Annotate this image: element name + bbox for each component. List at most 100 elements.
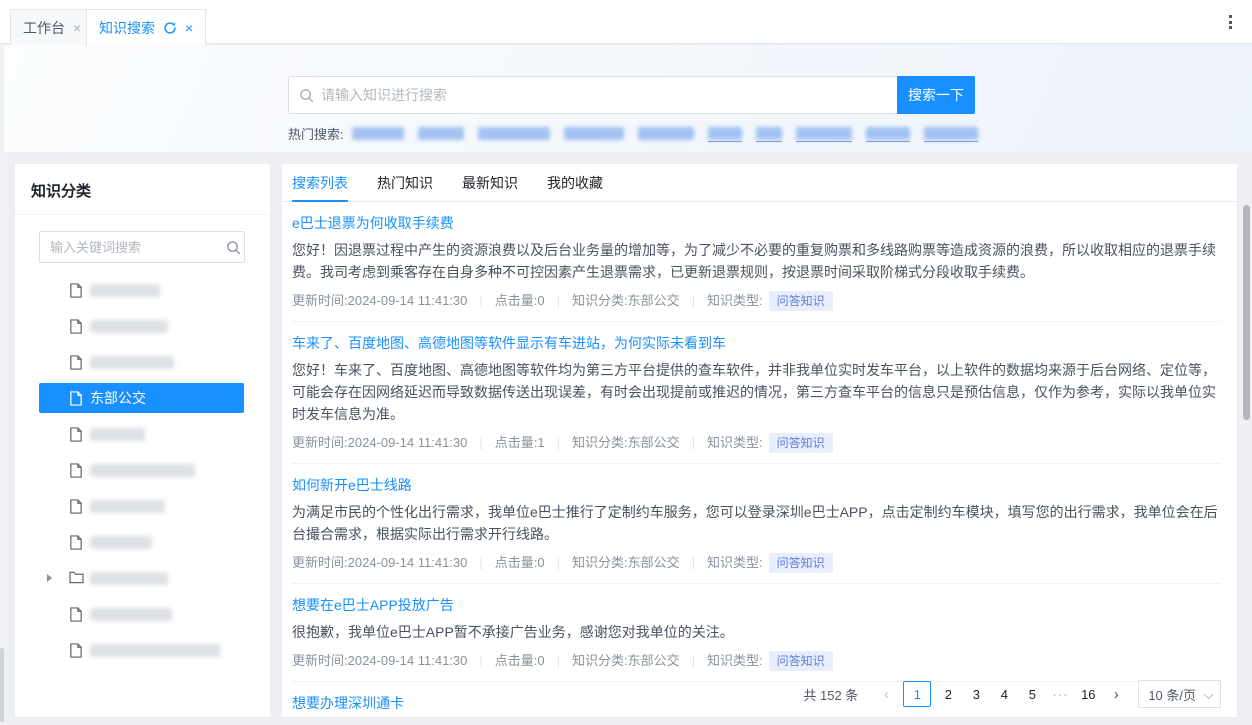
sidebar-item-category[interactable] (39, 311, 244, 341)
page-scrollbar-thumb[interactable] (1243, 205, 1250, 420)
hot-search-link[interactable] (564, 125, 624, 140)
window-tab-workbench-label: 工作台 (23, 18, 65, 38)
tab-latest-knowledge[interactable]: 最新知识 (462, 164, 518, 201)
refresh-icon[interactable] (163, 21, 177, 35)
meta-updated-value: 2024-09-14 11:41:30 (348, 434, 468, 452)
window-tab-workbench[interactable]: 工作台 × (10, 9, 94, 45)
knowledge-item-title[interactable]: 想要办理深圳通卡 (292, 694, 404, 712)
meta-category-value: 东部公交 (628, 292, 680, 310)
search-button[interactable]: 搜索一下 (897, 76, 975, 114)
more-menu-icon[interactable] (1222, 14, 1238, 30)
divider: | (557, 554, 560, 572)
category-panel-title: 知识分类 (15, 164, 270, 215)
divider: | (479, 292, 482, 310)
hot-search-link[interactable] (418, 125, 464, 140)
knowledge-item-meta: 更新时间: 2024-09-14 11:41:30|点击量: 0|知识分类: 东… (292, 291, 1221, 311)
meta-updated-label: 更新时间: (292, 434, 348, 452)
document-icon (69, 535, 83, 550)
window-tab-bar: 工作台 × 知识搜索 × (0, 0, 1252, 44)
left-scrollbar-thumb[interactable] (0, 648, 4, 722)
sidebar-item-label: 东部公交 (90, 388, 146, 408)
meta-updated-label: 更新时间: (292, 554, 348, 572)
knowledge-item-title[interactable]: 车来了、百度地图、高德地图等软件显示有车进站，为何实际未看到车 (292, 334, 726, 352)
hot-search-link[interactable] (708, 125, 742, 142)
knowledge-search-box (288, 76, 897, 114)
knowledge-item-description: 您好！车来了、百度地图、高德地图等软件均为第三方平台提供的查车软件，并非我单位实… (292, 359, 1221, 425)
sidebar-item-category[interactable] (39, 455, 244, 485)
pagination-page[interactable]: 3 (965, 681, 987, 707)
redacted-text (90, 644, 220, 657)
document-icon (69, 355, 83, 370)
pagination-page[interactable]: 4 (993, 681, 1015, 707)
pagination-ellipsis[interactable]: ··· (1049, 681, 1071, 707)
meta-category-label: 知识分类: (572, 554, 628, 572)
redacted-text (90, 284, 160, 297)
sidebar-item-category[interactable] (39, 419, 244, 449)
meta-category-value: 东部公交 (628, 652, 680, 670)
tab-search-results[interactable]: 搜索列表 (292, 164, 348, 201)
pagination-page-current[interactable]: 1 (903, 681, 931, 707)
sidebar-item-category[interactable] (39, 491, 244, 521)
search-icon[interactable] (226, 240, 241, 255)
meta-updated-label: 更新时间: (292, 292, 348, 310)
tab-hot-knowledge[interactable]: 热门知识 (377, 164, 433, 201)
pagination-prev-icon[interactable]: ‹ (875, 681, 897, 707)
knowledge-item-description: 为满足市民的个性化出行需求，我单位e巴士推行了定制约车服务，您可以登录深圳e巴士… (292, 501, 1221, 545)
meta-clicks-value: 1 (537, 434, 544, 452)
expand-caret-icon[interactable] (47, 574, 52, 582)
hot-search-link[interactable] (478, 125, 550, 140)
knowledge-item-title[interactable]: 如何新开e巴士线路 (292, 476, 412, 494)
pagination-next-icon[interactable]: › (1105, 681, 1127, 707)
redacted-text (90, 464, 195, 477)
divider: | (557, 434, 560, 452)
knowledge-search-input[interactable] (321, 87, 887, 103)
pagination-page[interactable]: 2 (937, 681, 959, 707)
hot-search-link[interactable] (756, 125, 782, 142)
sidebar-item-category[interactable] (39, 563, 244, 593)
hot-search-link[interactable] (866, 125, 910, 142)
sidebar-item-category[interactable] (39, 527, 244, 557)
pagination-total: 共 152 条 (803, 685, 858, 704)
redacted-text (756, 127, 782, 140)
redacted-text (866, 127, 910, 140)
redacted-text (90, 320, 168, 333)
folder-icon (69, 571, 83, 586)
document-icon (69, 319, 83, 334)
tab-my-favorites[interactable]: 我的收藏 (547, 164, 603, 201)
hot-search-link[interactable] (352, 125, 404, 140)
close-icon[interactable]: × (73, 21, 81, 35)
category-filter-box (39, 231, 245, 263)
document-icon (69, 427, 83, 442)
sidebar-item-category[interactable] (39, 599, 244, 629)
page-size-select[interactable]: 10 条/页 (1138, 680, 1221, 708)
sidebar-item-category[interactable] (39, 635, 244, 665)
document-icon (69, 463, 83, 478)
window-tab-knowledge-search[interactable]: 知识搜索 × (86, 9, 206, 46)
divider: | (692, 434, 695, 452)
category-filter-input[interactable] (50, 240, 226, 255)
knowledge-item-title[interactable]: e巴士退票为何收取手续费 (292, 214, 454, 232)
divider: | (692, 652, 695, 670)
pagination-page[interactable]: 5 (1021, 681, 1043, 707)
left-scrollbar-track[interactable] (0, 44, 4, 725)
knowledge-list: e巴士退票为何收取手续费您好！因退票过程中产生的资源浪费以及后台业务量的增加等，… (282, 202, 1237, 718)
sidebar-item-selected-category[interactable]: 东部公交 (39, 383, 244, 413)
pagination: 共 152 条 ‹ 12345 ··· 16 › 10 条/页 (803, 679, 1221, 709)
hot-search-link[interactable] (638, 125, 694, 140)
divider: | (557, 652, 560, 670)
hot-search-link[interactable] (924, 125, 978, 142)
knowledge-item-title[interactable]: 想要在e巴士APP投放广告 (292, 596, 454, 614)
pagination-page[interactable]: 16 (1077, 681, 1099, 707)
meta-updated-value: 2024-09-14 11:41:30 (348, 292, 468, 310)
meta-category-label: 知识分类: (572, 292, 628, 310)
meta-updated-label: 更新时间: (292, 652, 348, 670)
hot-search-link[interactable] (796, 125, 852, 142)
knowledge-item-meta: 更新时间: 2024-09-14 11:41:30|点击量: 0|知识分类: 东… (292, 651, 1221, 671)
document-icon (69, 499, 83, 514)
meta-clicks-value: 0 (537, 554, 544, 572)
sidebar-item-category[interactable] (39, 347, 244, 377)
knowledge-item: 想要在e巴士APP投放广告很抱歉，我单位e巴士APP暂不承接广告业务，感谢您对我… (292, 584, 1221, 682)
close-icon[interactable]: × (185, 21, 193, 35)
sidebar-item-category[interactable] (39, 275, 244, 305)
category-panel: 知识分类 东部公交 (14, 163, 271, 718)
